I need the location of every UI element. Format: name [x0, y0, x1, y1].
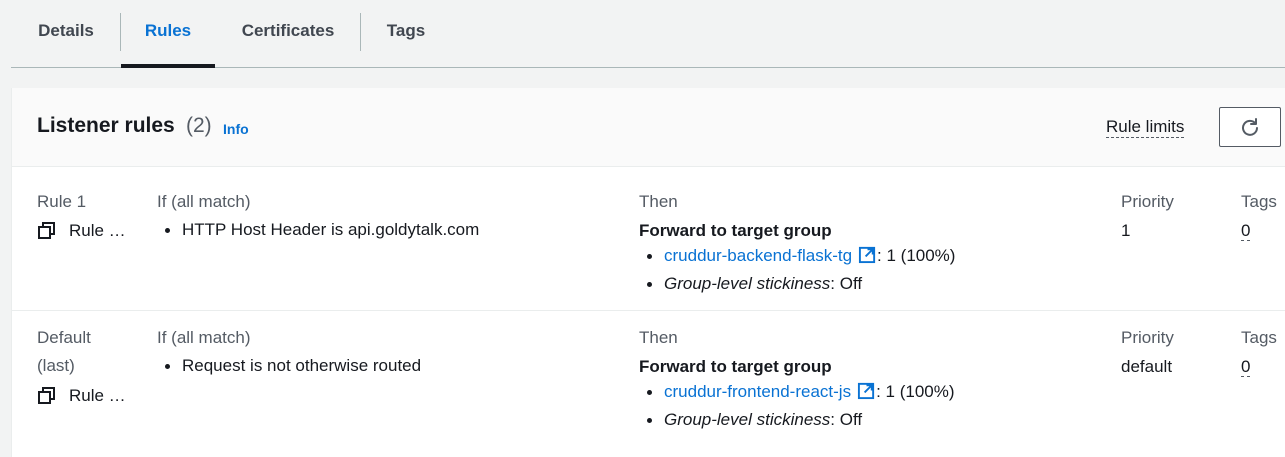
priority-label: Priority — [1121, 328, 1174, 347]
copy-icon[interactable] — [37, 221, 57, 241]
stickiness-label: Group-level stickiness — [664, 274, 831, 293]
target-group-link[interactable]: cruddur-backend-flask-tg — [664, 246, 852, 265]
target-group-item: cruddur-backend-flask-tg : 1 (100%) — [639, 242, 955, 270]
priority-value: default — [1121, 357, 1173, 376]
conditions-list: Request is not otherwise routed — [157, 352, 421, 380]
tab-details[interactable]: Details — [11, 0, 121, 67]
then-label: Then — [639, 328, 678, 347]
stickiness-item: Group-level stickiness: Off — [639, 270, 955, 298]
target-weight: : 1 (100%) — [877, 246, 956, 265]
action-label: Forward to target group — [639, 221, 832, 240]
rule-row: Rule 1 Rule … If (all match) HTTP Host H… — [12, 167, 1285, 311]
action-label: Forward to target group — [639, 357, 832, 376]
tab-bar: Details Rules Certificates Tags — [11, 0, 1285, 68]
refresh-icon — [1242, 118, 1258, 136]
condition-item: HTTP Host Header is api.goldytalk.com — [157, 216, 479, 244]
rule-name: Default — [37, 328, 91, 347]
tab-certificates[interactable]: Certificates — [215, 0, 361, 67]
rule-link-label: Rule … — [69, 386, 126, 405]
tags-count-link[interactable]: 0 — [1241, 357, 1251, 377]
then-label: Then — [639, 192, 678, 211]
rule-row: Default (last) Rule … If (all match) Req… — [12, 312, 1285, 457]
stickiness-label: Group-level stickiness — [664, 410, 831, 429]
if-label: If (all match) — [157, 192, 251, 211]
rule-name: Rule 1 — [37, 192, 87, 211]
external-link-icon[interactable] — [858, 245, 877, 264]
tab-tags[interactable]: Tags — [361, 0, 451, 67]
rule-arn-link[interactable]: Rule … — [37, 221, 126, 241]
tags-count-link[interactable]: 0 — [1241, 221, 1251, 241]
rule-limits-link[interactable]: Rule limits — [1106, 117, 1185, 138]
target-group-link[interactable]: cruddur-frontend-react-js — [664, 382, 851, 401]
rules-count: (2) — [186, 114, 212, 137]
stickiness-value: : Off — [830, 410, 863, 429]
action-details-list: cruddur-backend-flask-tg : 1 (100%) Group… — [639, 242, 955, 298]
stickiness-item: Group-level stickiness: Off — [639, 406, 955, 434]
info-link[interactable]: Info — [223, 121, 249, 137]
rule-link-label: Rule … — [69, 221, 126, 240]
external-link-icon[interactable] — [857, 381, 876, 400]
stickiness-value: : Off — [830, 274, 863, 293]
action-details-list: cruddur-frontend-react-js : 1 (100%) Grou… — [639, 378, 955, 434]
panel-title: Listener rules — [37, 114, 175, 137]
panel-header: Listener rules (2) Info Rule limits — [12, 88, 1285, 167]
target-weight: : 1 (100%) — [876, 382, 955, 401]
copy-icon[interactable] — [37, 386, 57, 406]
refresh-button[interactable] — [1219, 107, 1281, 147]
priority-label: Priority — [1121, 192, 1174, 211]
tags-label: Tags — [1241, 328, 1277, 347]
priority-value: 1 — [1121, 221, 1131, 240]
if-label: If (all match) — [157, 328, 251, 347]
target-group-item: cruddur-frontend-react-js : 1 (100%) — [639, 378, 955, 406]
rule-name-suffix: (last) — [37, 356, 75, 375]
tags-label: Tags — [1241, 192, 1277, 211]
listener-rules-panel: Listener rules (2) Info Rule limits Rule… — [11, 88, 1285, 457]
tags-count: 0 — [1241, 221, 1251, 241]
tags-count: 0 — [1241, 357, 1251, 377]
conditions-list: HTTP Host Header is api.goldytalk.com — [157, 216, 479, 244]
condition-item: Request is not otherwise routed — [157, 352, 421, 380]
tab-rules[interactable]: Rules — [121, 0, 215, 68]
rule-arn-link[interactable]: Rule … — [37, 386, 126, 406]
